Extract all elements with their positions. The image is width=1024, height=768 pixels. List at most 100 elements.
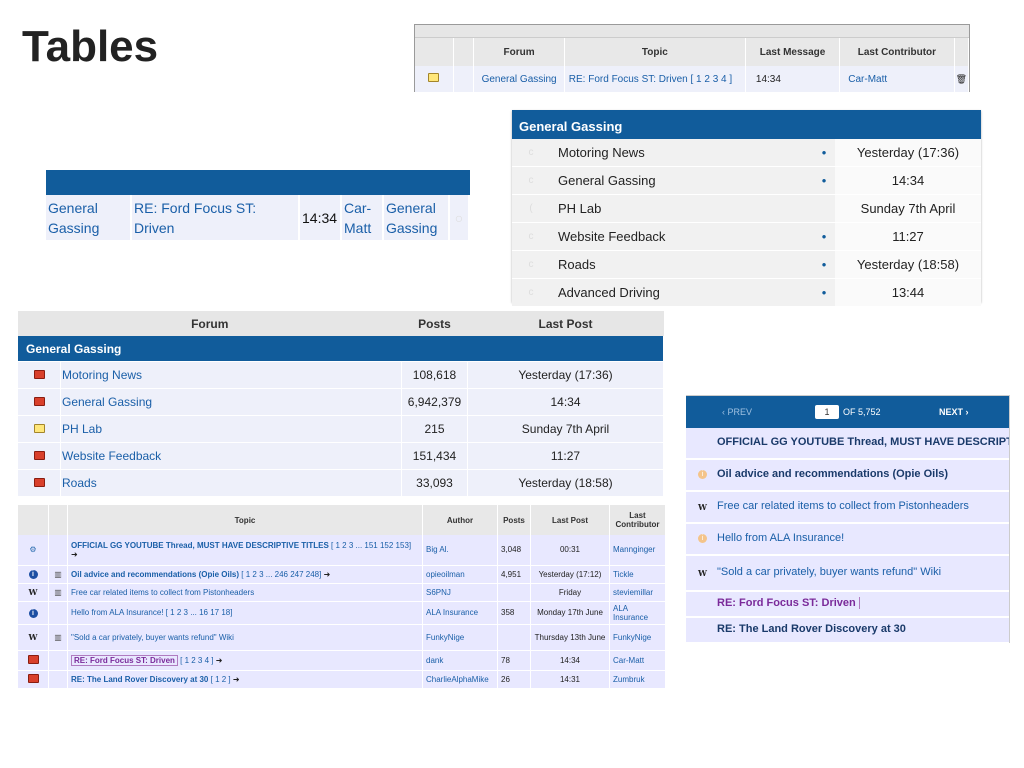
forum-link[interactable]: Roads bbox=[60, 469, 402, 497]
page-links[interactable]: [ 1 2 ] bbox=[211, 675, 231, 684]
table-row: Roads 33,093 Yesterday (18:58) bbox=[18, 469, 664, 497]
forum-icon: c bbox=[512, 250, 550, 279]
table-row: ⚙ OFFICIAL GG YOUTUBE Thread, MUST HAVE D… bbox=[18, 535, 666, 566]
next-button[interactable]: NEXT › bbox=[939, 407, 969, 417]
forum-name: General Gassing bbox=[550, 166, 813, 195]
post-count: 151,434 bbox=[401, 442, 468, 470]
forum-name: PH Lab bbox=[550, 194, 813, 223]
search-icon[interactable]: ○ bbox=[449, 195, 470, 240]
contributor-link[interactable]: Car-Matt bbox=[341, 195, 384, 240]
contributor-link[interactable]: FunkyNige bbox=[609, 624, 666, 651]
author-link[interactable]: ALA Insurance bbox=[422, 601, 498, 625]
contributor-link[interactable]: Tickle bbox=[609, 565, 666, 584]
forum-link[interactable]: General Gassing bbox=[473, 66, 565, 92]
page-number-input[interactable]: 1 bbox=[815, 405, 839, 419]
section-header: General Gassing bbox=[512, 110, 981, 139]
topic-link[interactable]: Free car related items to collect from P… bbox=[71, 588, 254, 597]
forum-link[interactable]: General Gassing bbox=[46, 195, 132, 240]
last-page-arrow-icon[interactable]: ➜ bbox=[324, 570, 331, 579]
contributor-link[interactable]: Zumbruk bbox=[609, 670, 666, 689]
topic-link[interactable]: Hello from ALA Insurance! bbox=[71, 608, 164, 617]
wide-row-table: General Gassing RE: Ford Focus ST: Driven… bbox=[46, 195, 470, 240]
slide-title: Tables bbox=[22, 22, 159, 71]
topic-link[interactable]: RE: The Land Rover Discovery at 30 bbox=[71, 675, 208, 684]
author-link[interactable]: CharlieAlphaMike bbox=[422, 670, 498, 689]
list-item[interactable]: RE: The Land Rover Discovery at 30 bbox=[686, 618, 1009, 644]
forum-name: Advanced Driving bbox=[550, 278, 813, 307]
list-item[interactable]: i Oil advice and recommendations (Opie Oi… bbox=[686, 460, 1009, 492]
table-row: Motoring News 108,618 Yesterday (17:36) bbox=[18, 361, 664, 389]
last-page-arrow-icon[interactable]: ➜ bbox=[216, 656, 223, 665]
last-page-arrow-icon[interactable]: ➜ bbox=[233, 675, 240, 684]
topic-row-wide: General Gassing RE: Ford Focus ST: Driven… bbox=[46, 170, 470, 242]
col-header-posts: Posts bbox=[497, 505, 531, 535]
topic-table: Topic Author Posts Last Post Last Contri… bbox=[18, 505, 666, 689]
document-icon: ▥ bbox=[48, 565, 68, 584]
author-link[interactable]: S6PNJ bbox=[422, 583, 498, 602]
page-links[interactable]: [ 1 2 3 ... 246 247 248] bbox=[241, 570, 321, 579]
topic-link[interactable]: OFFICIAL GG YOUTUBE Thread, MUST HAVE DE… bbox=[71, 541, 329, 550]
forum-link[interactable]: PH Lab bbox=[60, 415, 402, 443]
table-row: i ▥ Oil advice and recommendations (Opie O… bbox=[18, 565, 666, 584]
last-post: 00:31 bbox=[530, 535, 610, 566]
author-link[interactable]: dank bbox=[422, 650, 498, 671]
contributor-link[interactable]: steviemillar bbox=[609, 583, 666, 602]
col-header-forum: Forum bbox=[473, 38, 565, 66]
forum-link[interactable]: General Gassing bbox=[60, 388, 402, 416]
list-item[interactable]: OFFICIAL GG YOUTUBE Thread, MUST HAVE DE… bbox=[686, 428, 1009, 460]
page-links[interactable]: [ 1 2 3 4 ] bbox=[690, 74, 732, 85]
forum-link[interactable]: Website Feedback bbox=[60, 442, 402, 470]
contributor-link[interactable]: Car-Matt bbox=[839, 66, 955, 92]
author-link[interactable]: Big Al. bbox=[422, 535, 498, 566]
contributor-link[interactable]: Mannginger bbox=[609, 535, 666, 566]
header-bar bbox=[46, 170, 470, 195]
author-link[interactable]: opieoilman bbox=[422, 565, 498, 584]
topic-title: RE: The Land Rover Discovery at 30 bbox=[717, 623, 906, 635]
topic-link[interactable]: RE: Ford Focus ST: Driven bbox=[71, 654, 178, 666]
unread-dot: • bbox=[813, 166, 835, 195]
trash-icon[interactable]: 🗑 bbox=[954, 66, 970, 92]
last-page-arrow-icon[interactable]: ➜ bbox=[71, 550, 78, 559]
contributor-link[interactable]: ALA Insurance bbox=[609, 601, 666, 625]
document-icon: ▥ bbox=[48, 583, 68, 602]
list-item[interactable]: c Roads • Yesterday (18:58) bbox=[512, 250, 981, 279]
forum-link-2[interactable]: General Gassing bbox=[383, 195, 450, 240]
col-header-topic: Topic bbox=[564, 38, 746, 66]
table-row: Website Feedback 151,434 11:27 bbox=[18, 442, 664, 470]
last-message: 14:34 bbox=[745, 66, 841, 92]
last-post: Yesterday (17:36) bbox=[467, 361, 664, 389]
list-item[interactable]: c Motoring News • Yesterday (17:36) bbox=[512, 139, 981, 167]
forum-name: Website Feedback bbox=[550, 222, 813, 251]
topic-link[interactable]: Oil advice and recommendations (Opie Oil… bbox=[71, 570, 239, 579]
page-links[interactable]: [ 1 2 3 4 ] bbox=[180, 656, 213, 665]
last-post: 14:34 bbox=[467, 388, 664, 416]
forum-list-mobile: General Gassing c Motoring News • Yesterday… bbox=[512, 110, 981, 307]
contributor-link[interactable]: Car-Matt bbox=[609, 650, 666, 671]
topic-link[interactable]: RE: Ford Focus ST: Driven bbox=[569, 74, 688, 85]
list-item[interactable]: c Website Feedback • 11:27 bbox=[512, 222, 981, 251]
list-item[interactable]: RE: Ford Focus ST: Driven bbox=[686, 592, 1009, 618]
unread-dot: • bbox=[813, 278, 835, 307]
author-link[interactable]: FunkyNige bbox=[422, 624, 498, 651]
post-count bbox=[497, 624, 531, 651]
folder-icon bbox=[428, 73, 440, 82]
list-item[interactable]: c General Gassing • 14:34 bbox=[512, 166, 981, 195]
table-row: W ▥ "Sold a car privately, buyer wants ref… bbox=[18, 624, 666, 651]
list-item[interactable]: i Hello from ALA Insurance! bbox=[686, 524, 1009, 556]
list-item[interactable]: W "Sold a car privately, buyer wants refu… bbox=[686, 556, 1009, 592]
post-count: 215 bbox=[401, 415, 468, 443]
forum-link[interactable]: Motoring News bbox=[60, 361, 402, 389]
list-item[interactable]: c Advanced Driving • 13:44 bbox=[512, 278, 981, 307]
list-item[interactable]: W Free car related items to collect from … bbox=[686, 492, 1009, 524]
last-post-time: 14:34 bbox=[835, 166, 981, 195]
unread-dot bbox=[813, 194, 835, 223]
forum-table: Forum Posts Last Post General Gassing Mo… bbox=[18, 311, 664, 497]
page-links[interactable]: [ 1 2 3 ... 16 17 18] bbox=[166, 608, 233, 617]
folder-new-icon bbox=[33, 451, 45, 460]
topic-link[interactable]: RE: Ford Focus ST: Driven bbox=[131, 195, 300, 240]
post-count: 3,048 bbox=[497, 535, 531, 566]
prev-button[interactable]: ‹ PREV bbox=[722, 407, 752, 417]
topic-link[interactable]: "Sold a car privately, buyer wants refun… bbox=[71, 633, 234, 642]
page-links[interactable]: [ 1 2 3 ... 151 152 153] bbox=[331, 541, 411, 550]
list-item[interactable]: (PH Lab Sunday 7th April bbox=[512, 194, 981, 223]
